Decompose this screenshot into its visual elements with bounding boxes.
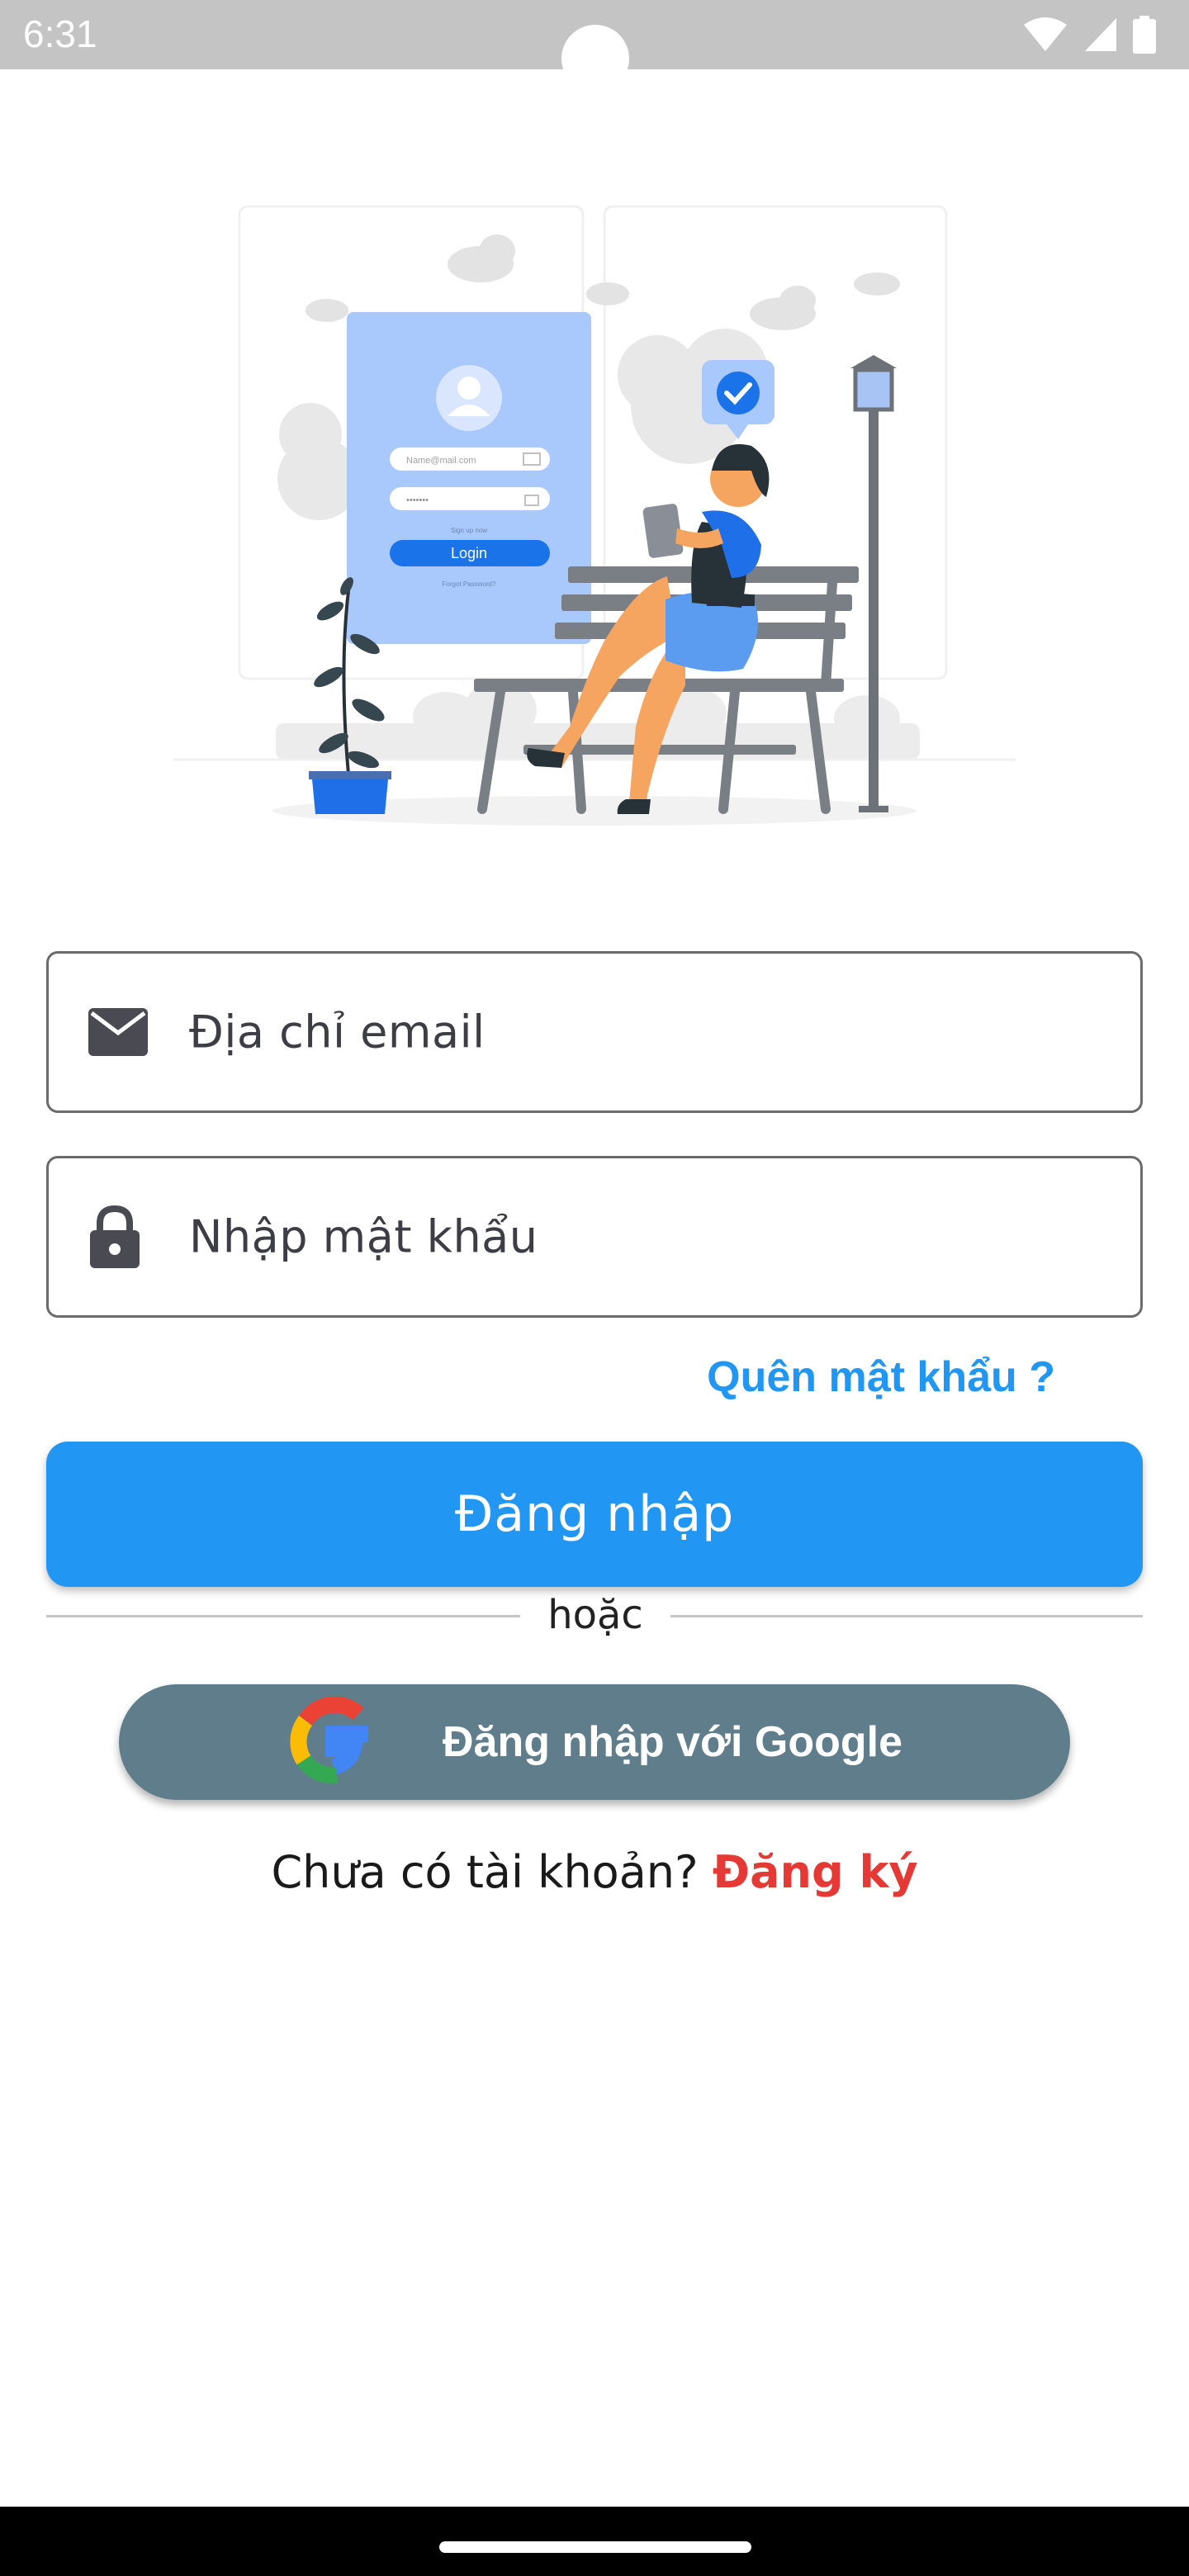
password-placeholder: Nhập mật khẩu [189,1210,538,1263]
password-field[interactable]: Nhập mật khẩu [46,1156,1143,1318]
login-button[interactable]: Đăng nhập [46,1442,1143,1587]
divider-line-right [670,1615,1143,1617]
battery-icon [1133,16,1156,54]
forgot-password-link[interactable]: Quên mật khẩu ? [707,1352,1055,1402]
google-login-label: Đăng nhập với Google [443,1718,902,1766]
divider-text: hoặc [547,1592,643,1638]
login-illustration: Name@mail.com ••••••• Sign up now Login … [173,205,1016,826]
login-button-label: Đăng nhập [454,1485,735,1543]
wifi-icon [1024,17,1067,51]
illustration-password-text: ••••••• [406,495,429,505]
navigation-bar [0,2507,1189,2576]
home-handle[interactable] [439,2541,751,2553]
status-time: 6:31 [23,12,97,55]
signup-link[interactable]: Đăng ký [713,1846,918,1898]
google-login-button[interactable]: Đăng nhập với Google [119,1684,1070,1800]
no-account-text: Chưa có tài khoản? [271,1846,699,1898]
illustration-login-text: Login [451,545,487,561]
email-field[interactable]: Địa chỉ email [46,951,1143,1113]
illustration-signup-text: Sign up now [451,527,487,534]
illustration-forgot-text: Forgot Password? [443,580,496,588]
camera-notch [561,25,629,92]
signal-icon [1085,18,1116,51]
divider-line-left [46,1615,520,1617]
email-placeholder: Địa chỉ email [189,1006,486,1058]
status-bar: 6:31 [0,0,1189,92]
illustration-email-text: Name@mail.com [406,456,476,466]
mail-icon [88,1008,148,1056]
lock-icon [90,1205,140,1268]
signup-row: Chưa có tài khoản? Đăng ký [0,1846,1189,1898]
status-icons [1022,15,1156,54]
google-logo-icon [290,1696,368,1784]
